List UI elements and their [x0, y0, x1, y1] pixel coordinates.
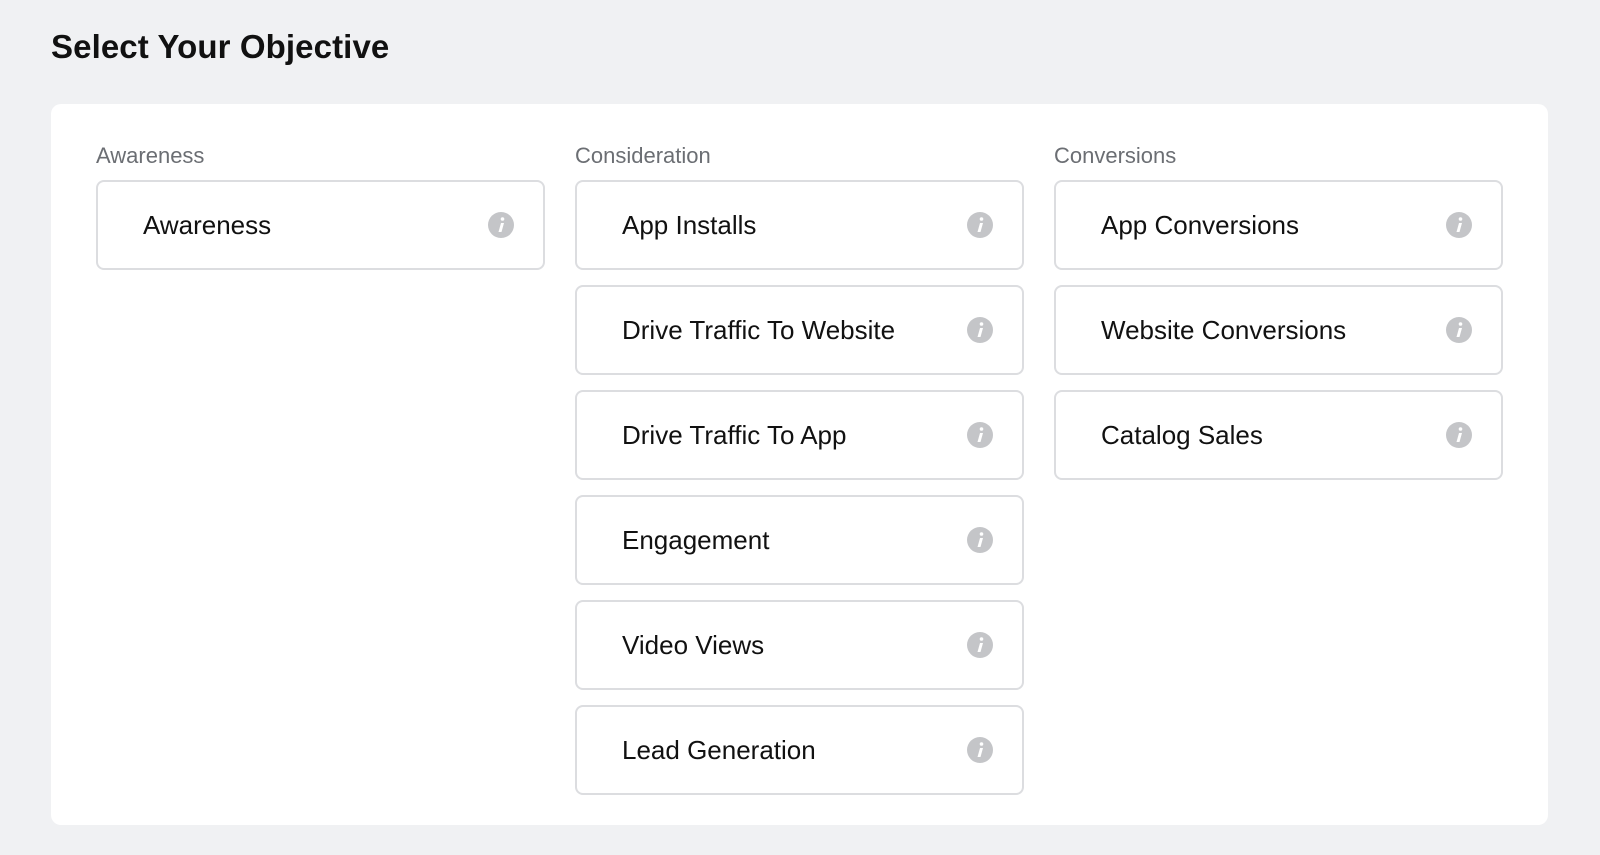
objective-option-drive-traffic-to-website[interactable]: Drive Traffic To Website [575, 285, 1024, 375]
objective-option-drive-traffic-to-app[interactable]: Drive Traffic To App [575, 390, 1024, 480]
info-icon[interactable] [967, 527, 993, 553]
column-heading-awareness: Awareness [96, 143, 205, 168]
option-label: App Installs [622, 209, 757, 240]
objective-option-lead-generation[interactable]: Lead Generation [575, 705, 1024, 795]
objective-option-awareness[interactable]: Awareness [96, 180, 545, 270]
option-list-conversions: App Conversions Website Conversions Cata… [1054, 180, 1503, 480]
option-label: Awareness [143, 209, 272, 240]
option-label: Engagement [622, 524, 770, 555]
info-icon[interactable] [1446, 212, 1472, 238]
objective-option-engagement[interactable]: Engagement [575, 495, 1024, 585]
objective-option-catalog-sales[interactable]: Catalog Sales [1054, 390, 1503, 480]
objective-panel: Awareness Awareness Consideration App In… [51, 104, 1548, 825]
option-label: Video Views [622, 629, 765, 660]
option-label: Drive Traffic To Website [622, 314, 896, 345]
info-icon[interactable] [967, 317, 993, 343]
column-awareness: Awareness Awareness [96, 142, 545, 270]
info-icon[interactable] [967, 212, 993, 238]
column-conversions: Conversions App Conversions Website Conv… [1054, 142, 1503, 480]
info-icon[interactable] [967, 422, 993, 448]
option-list-awareness: Awareness [96, 180, 545, 270]
column-heading-conversions: Conversions [1054, 143, 1177, 168]
option-label: Website Conversions [1101, 314, 1347, 345]
objective-option-app-installs[interactable]: App Installs [575, 180, 1024, 270]
column-heading-consideration: Consideration [575, 143, 711, 168]
objective-option-app-conversions[interactable]: App Conversions [1054, 180, 1503, 270]
objective-option-website-conversions[interactable]: Website Conversions [1054, 285, 1503, 375]
info-icon[interactable] [967, 632, 993, 658]
option-list-consideration: App Installs Drive Traffic To Website Dr… [575, 180, 1024, 795]
objective-option-video-views[interactable]: Video Views [575, 600, 1024, 690]
option-label: App Conversions [1101, 209, 1299, 240]
info-icon[interactable] [1446, 317, 1472, 343]
info-icon[interactable] [1446, 422, 1472, 448]
column-consideration: Consideration App Installs Drive Traffic… [575, 142, 1024, 795]
option-label: Catalog Sales [1101, 419, 1263, 450]
page-title: Select Your Objective [51, 28, 390, 65]
info-icon[interactable] [488, 212, 514, 238]
option-label: Drive Traffic To App [622, 419, 847, 450]
info-icon[interactable] [967, 737, 993, 763]
option-label: Lead Generation [622, 734, 816, 765]
